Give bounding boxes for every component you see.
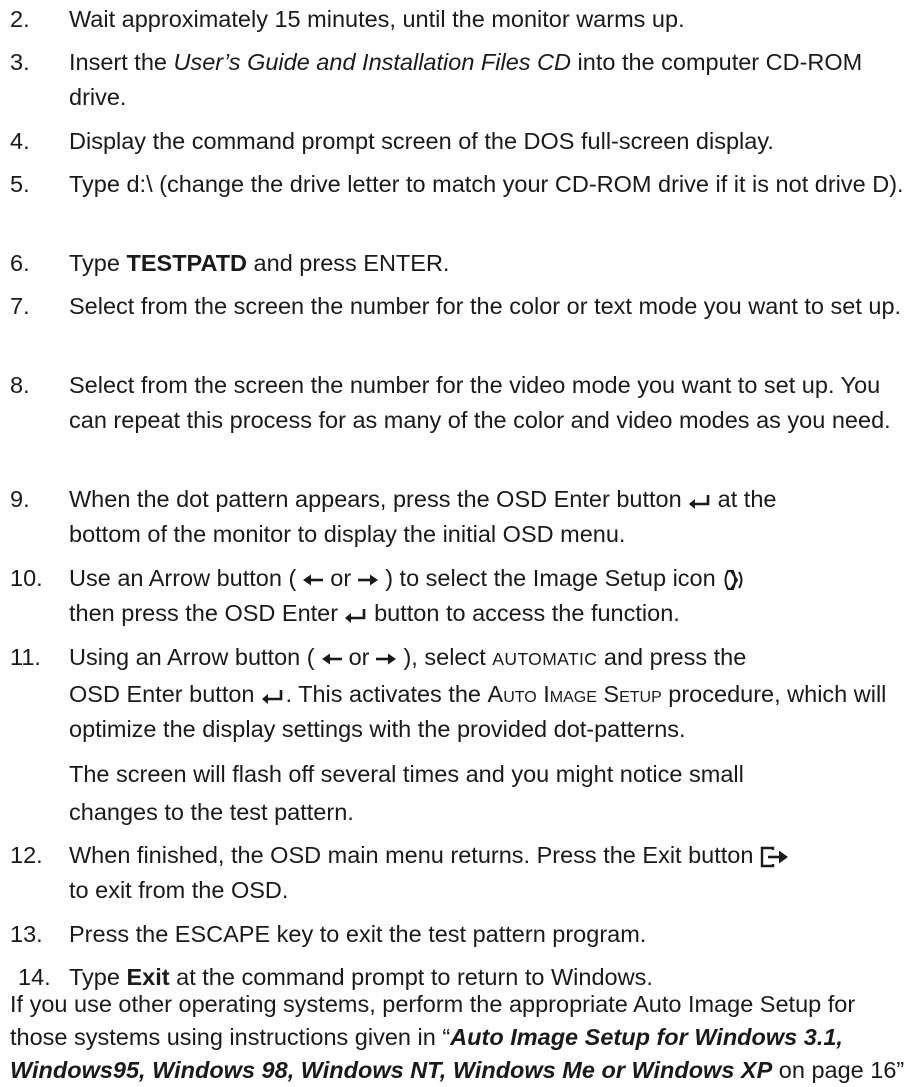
step-number: 12.	[10, 842, 43, 868]
step-text: button to access the function.	[374, 600, 680, 626]
step-text: Use an Arrow button (	[69, 565, 297, 591]
enter-key-icon	[688, 494, 709, 509]
closing-text: on page 16”	[772, 1057, 905, 1083]
step-text: bottom of the monitor to display the ini…	[69, 521, 626, 547]
step-number: 7.	[10, 293, 30, 319]
step-6: 6. Type TESTPATD and press ENTER.	[10, 246, 915, 281]
step-text: Using an Arrow button (	[69, 644, 315, 670]
step-number: 3.	[10, 49, 30, 75]
step-text: Type d:\ (change the drive letter to mat…	[69, 171, 904, 197]
step-note: The screen will flash off several times …	[69, 761, 744, 787]
step-text: . This activates the	[285, 681, 488, 707]
manual-page: 2. Wait approximately 15 minutes, until …	[0, 0, 924, 1083]
step-number: 6.	[10, 250, 30, 276]
step-text: Type	[69, 250, 127, 276]
step-2: 2. Wait approximately 15 minutes, until …	[10, 2, 915, 37]
step-text: at the command prompt to return to Windo…	[169, 964, 653, 990]
step-number: 11.	[10, 644, 41, 670]
command-name: TESTPATD	[126, 250, 248, 276]
step-text: or	[348, 644, 370, 670]
step-number: 10.	[10, 565, 43, 591]
step-5: 5. Type d:\ (change the drive letter to …	[10, 167, 915, 202]
step-note: changes to the test pattern.	[69, 799, 354, 825]
step-3: 3. Insert the User’s Guide and Installat…	[10, 45, 915, 115]
step-number: 2.	[10, 6, 30, 32]
step-text: or	[330, 565, 352, 591]
right-arrow-icon	[376, 653, 397, 665]
step-text: OSD Enter button	[69, 681, 255, 707]
exit-icon	[761, 846, 789, 867]
step-text: then press the OSD Enter	[69, 600, 339, 626]
step-text: Select from the screen the number for th…	[69, 293, 902, 319]
step-12: 12. When finished, the OSD main menu ret…	[10, 838, 915, 908]
step-13: 13. Press the ESCAPE key to exit the tes…	[10, 917, 915, 952]
step-text: and press ENTER.	[247, 250, 450, 276]
step-text: Press the ESCAPE key to exit the test pa…	[69, 921, 647, 947]
step-text: Type	[69, 964, 127, 990]
step-9: 9. When the dot pattern appears, press t…	[10, 482, 915, 552]
step-text: to exit from the OSD.	[69, 877, 289, 903]
command-name: Exit	[126, 964, 170, 990]
closing-paragraph: If you use other operating systems, perf…	[10, 988, 915, 1087]
step-8: 8. Select from the screen the number for…	[10, 368, 915, 438]
step-text: Insert the	[69, 49, 174, 75]
image-setup-icon	[724, 569, 743, 590]
step-text: When finished, the OSD main menu returns…	[69, 842, 754, 868]
step-number: 5.	[10, 171, 30, 197]
step-7: 7. Select from the screen the number for…	[10, 289, 915, 324]
menu-option: AUTOMATIC	[492, 649, 598, 669]
step-text: When the dot pattern appears, press the …	[69, 486, 682, 512]
step-4: 4. Display the command prompt screen of …	[10, 124, 915, 159]
step-text: at the	[717, 486, 777, 512]
cd-title: User’s Guide and Installation Files CD	[173, 49, 572, 75]
left-arrow-icon	[321, 653, 342, 665]
left-arrow-icon	[303, 574, 324, 586]
enter-key-icon	[261, 689, 282, 704]
step-10: 10. Use an Arrow button ( or ) to select t…	[10, 561, 915, 631]
step-number: 8.	[10, 372, 30, 398]
step-text: Select from the screen the number for th…	[69, 372, 891, 433]
step-text: and press the	[597, 644, 747, 670]
enter-key-icon	[345, 608, 366, 623]
step-11: 11. Using an Arrow button ( or ), select A…	[10, 640, 915, 831]
step-text: Wait approximately 15 minutes, until the…	[69, 6, 685, 32]
step-text: ) to select the Image Setup icon	[385, 565, 716, 591]
step-number: 9.	[10, 486, 30, 512]
procedure-name: Auto Image Setup	[487, 681, 662, 707]
step-text: ), select	[403, 644, 493, 670]
step-number: 13.	[10, 921, 43, 947]
right-arrow-icon	[358, 574, 379, 586]
step-number: 4.	[10, 128, 30, 154]
step-text: Display the command prompt screen of the…	[69, 128, 774, 154]
